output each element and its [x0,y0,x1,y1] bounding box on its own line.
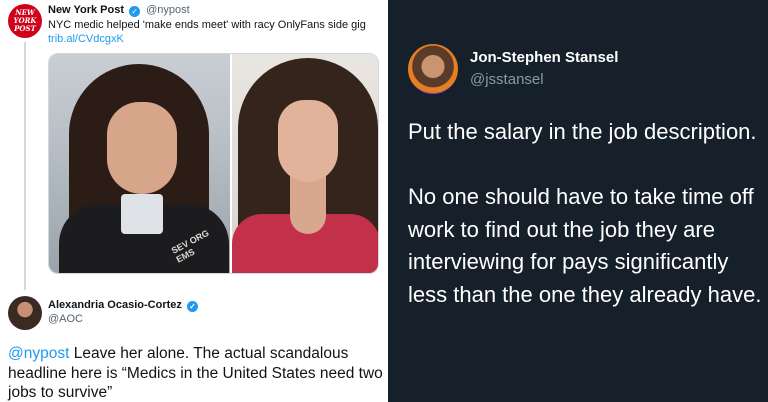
media-photo-2[interactable] [231,54,378,273]
tweet1-media[interactable]: SEV ORG EMS [48,53,379,274]
tweet1-author-name[interactable]: New York Post [48,4,124,16]
tweet2-text: @nypost Leave her alone. The actual scan… [8,344,384,402]
tweet2-author-handle[interactable]: @AOC [48,313,83,325]
verified-icon: ✓ [186,301,198,312]
tweet2-author-name-text: Alexandria Ocasio-Cortez [48,299,182,311]
right-author-handle[interactable]: @jsstansel [470,71,544,88]
right-tweet-panel: Jon-Stephen Stansel @jsstansel Put the s… [388,0,768,402]
jsstansel-avatar[interactable] [408,44,458,94]
logo-line-3: POST [14,24,36,33]
tweet1-text: NYC medic helped 'make ends meet' with r… [48,19,366,31]
thread-line [24,42,26,290]
aoc-avatar[interactable] [8,296,42,330]
left-tweet-panel: NEW YORK POST New York Post ✓ @nypost NY… [0,0,388,402]
right-tweet-text: Put the salary in the job description. N… [408,116,762,311]
nypost-avatar[interactable]: NEW YORK POST [8,4,42,38]
tweet1-header: New York Post ✓ @nypost [48,4,190,17]
right-tweet-paragraph-1: Put the salary in the job description. [408,119,757,144]
media-photo-1[interactable]: SEV ORG EMS [49,54,230,273]
tweet1-link[interactable]: trib.al/CVdcgxK [48,33,124,45]
tweet2-author-name[interactable]: Alexandria Ocasio-Cortez ✓ [48,299,198,312]
tweet1-author-handle[interactable]: @nypost [146,4,190,16]
tweet2-mention[interactable]: @nypost [8,345,69,362]
right-tweet-paragraph-2: No one should have to take time off work… [408,184,762,307]
right-author-name[interactable]: Jon-Stephen Stansel [470,49,618,66]
verified-icon: ✓ [129,6,141,17]
